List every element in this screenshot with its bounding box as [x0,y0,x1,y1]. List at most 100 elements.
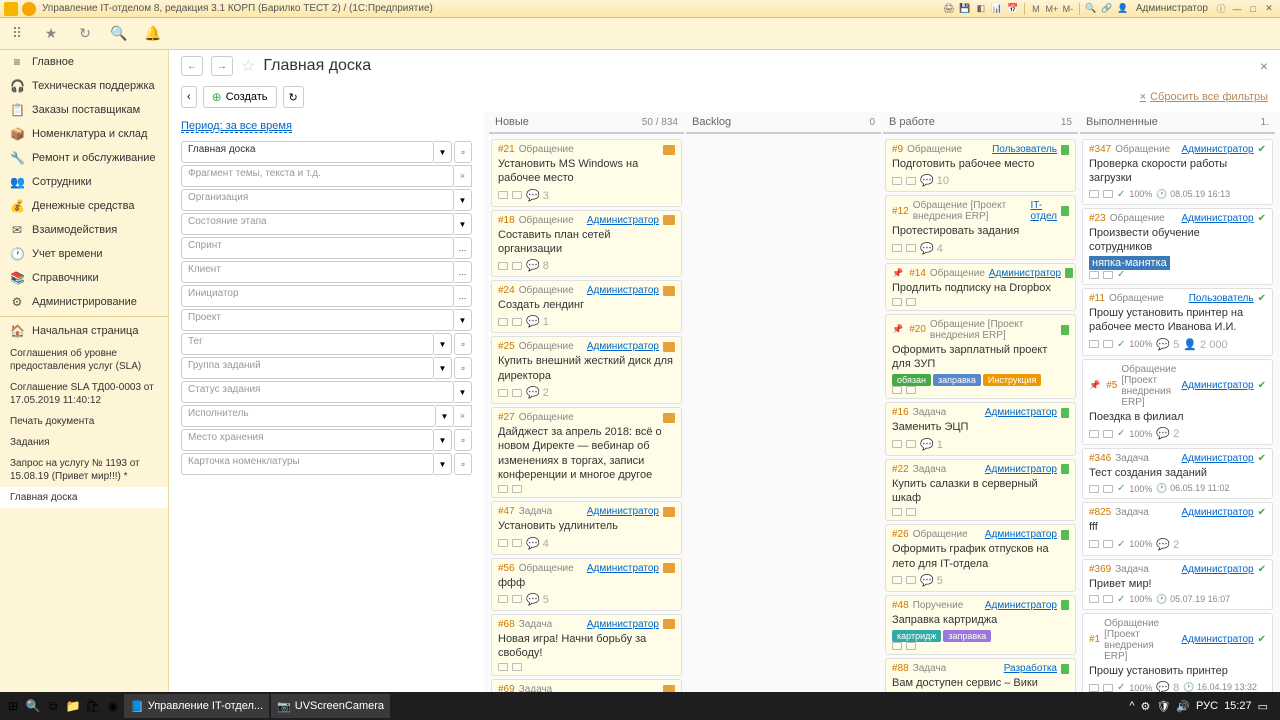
chevron-down-icon[interactable]: ▼ [434,141,452,163]
nav-interactions[interactable]: ✉Взаимодействия [0,218,168,242]
board-select[interactable]: Главная доска [181,141,434,163]
apps-icon[interactable]: ⠿ [8,25,26,43]
kanban-card[interactable]: #27ОбращениеДайджест за апрель 2018: всё… [491,407,682,498]
open-ext-icon[interactable]: ▫ [454,429,472,451]
kanban-card[interactable]: #26ОбращениеАдминистраторОформить график… [885,524,1076,592]
chevron-down-icon[interactable]: ▼ [434,333,452,355]
reset-filters-link[interactable]: ×Сбросить все фильтры [1140,91,1268,103]
chevron-down-icon[interactable]: ▼ [454,381,472,403]
close-tab-icon[interactable]: × [1260,58,1268,74]
search-icon[interactable]: 🔍 [1084,2,1098,16]
group-filter[interactable]: Группа заданий [181,357,434,379]
create-button[interactable]: ⊕Создать [203,86,277,108]
taskbar-app-1c[interactable]: 📘Управление IT-отдел... [124,694,269,718]
taskview-button[interactable]: ⧉ [44,697,62,715]
maximize-icon[interactable]: □ [1246,2,1260,16]
client-filter[interactable]: Клиент [181,261,454,283]
kanban-card[interactable]: #22ЗадачаАдминистраторКупить салазки в с… [885,459,1076,522]
refresh-button[interactable]: ↻ [283,86,304,108]
user-label[interactable]: Администратор [1132,3,1212,14]
sub-tasks[interactable]: Задания [0,432,168,453]
nav-stock[interactable]: 📦Номенклатура и склад [0,122,168,146]
star-icon[interactable]: ★ [42,25,60,43]
kanban-card[interactable]: #68ЗадачаАдминистраторНовая игра! Начни … [491,614,682,677]
nav-refs[interactable]: 📚Справочники [0,266,168,290]
nav-repair[interactable]: 🔧Ремонт и обслуживание [0,146,168,170]
chevron-down-icon[interactable]: ▼ [454,213,472,235]
sub-board[interactable]: Главная доска [0,487,168,508]
chevron-down-icon[interactable]: ▼ [436,405,454,427]
initiator-filter[interactable]: Инициатор [181,285,454,307]
open-ext-icon[interactable]: ▫ [454,453,472,475]
kanban-card[interactable]: 📌#5Обращение [Проект внедрения ERP]Админ… [1082,359,1273,445]
forward-button[interactable]: → [211,56,233,76]
nav-money[interactable]: 💰Денежные средства [0,194,168,218]
kanban-card[interactable]: #88ЗадачаРазработкаВам доступен сервис –… [885,658,1076,692]
state-filter[interactable]: Состояние этапа [181,213,454,235]
search-icon[interactable]: 🔍 [110,25,128,43]
kanban-card[interactable]: #23ОбращениеАдминистратор✔Произвести обу… [1082,208,1273,286]
close-icon[interactable]: ✕ [1262,2,1276,16]
more-icon[interactable]: … [454,237,472,259]
minimize-icon[interactable]: — [1230,2,1244,16]
clear-icon[interactable]: × [454,405,472,427]
kanban-card[interactable]: #18ОбращениеАдминистраторСоставить план … [491,210,682,278]
nav-admin[interactable]: ⚙Администрирование [0,290,168,314]
nav-staff[interactable]: 👥Сотрудники [0,170,168,194]
kanban-card[interactable]: #21ОбращениеУстановить MS Windows на раб… [491,139,682,207]
kanban-card[interactable]: #346ЗадачаАдминистратор✔Тест создания за… [1082,448,1273,499]
search-button[interactable]: 🔍 [24,697,42,715]
period-link[interactable]: Период: за все время [181,120,292,133]
chrome-icon[interactable]: ◉ [104,697,122,715]
store-icon[interactable]: 🛍 [84,697,102,715]
sub-request[interactable]: Запрос на услугу № 1193 от 15.08.19 (При… [0,453,168,487]
chevron-down-icon[interactable]: ▼ [434,429,452,451]
history-icon[interactable]: ↻ [76,25,94,43]
nav-orders[interactable]: 📋Заказы поставщикам [0,98,168,122]
m-minus-icon[interactable]: M- [1061,2,1075,16]
save-icon[interactable]: 💾 [958,2,972,16]
kanban-card[interactable]: #825ЗадачаАдминистратор✔fff✓100%💬 2 [1082,502,1273,555]
collapse-button[interactable]: ‹ [181,86,197,108]
status-filter[interactable]: Статус задания [181,381,454,403]
kanban-card[interactable]: #12Обращение [Проект внедрения ERP]IT-от… [885,195,1076,259]
dropdown-icon[interactable] [22,2,36,16]
favorite-icon[interactable]: ☆ [241,56,255,76]
m-icon[interactable]: M [1029,2,1043,16]
kanban-card[interactable]: #48ПоручениеАдминистраторЗаправка картри… [885,595,1076,655]
org-filter[interactable]: Организация [181,189,454,211]
kanban-card[interactable]: #11ОбращениеПользователь✔Прошу установит… [1082,288,1273,356]
kanban-card[interactable]: 📌#20Обращение [Проект внедрения ERP]Офор… [885,314,1076,400]
tag-filter[interactable]: Тег [181,333,434,355]
compare-icon[interactable]: ◧ [974,2,988,16]
m-plus-icon[interactable]: M+ [1045,2,1059,16]
sub-sla[interactable]: Соглашения об уровне предоставления услу… [0,343,168,377]
kanban-card[interactable]: #369ЗадачаАдминистратор✔Привет мир!✓100%… [1082,559,1273,610]
nav-main[interactable]: ≡Главное [0,50,168,74]
calc-icon[interactable]: 📊 [990,2,1004,16]
bell-icon[interactable]: 🔔 [144,25,162,43]
nav-time[interactable]: 🕐Учет времени [0,242,168,266]
sprint-filter[interactable]: Спринт [181,237,454,259]
nav-start[interactable]: 🏠Начальная страница [0,319,168,343]
sub-sla-doc[interactable]: Соглашение SLA ТД00-0003 от 17.05.2019 1… [0,377,168,411]
info-icon[interactable]: ⓘ [1214,2,1228,16]
chevron-down-icon[interactable]: ▼ [454,309,472,331]
kanban-card[interactable]: #347ОбращениеАдминистратор✔Проверка скор… [1082,139,1273,205]
exec-filter[interactable]: Исполнитель [181,405,436,427]
kanban-card[interactable]: 📌#14ОбращениеАдминистраторПродлить подпи… [885,263,1076,311]
clear-icon[interactable]: × [454,165,472,187]
nomen-filter[interactable]: Карточка номенклатуры [181,453,434,475]
open-ext-icon[interactable]: ▫ [454,357,472,379]
link-icon[interactable]: 🔗 [1100,2,1114,16]
kanban-card[interactable]: #69ЗадачаСовершенноЛЕТНИЙ GameXP! [491,679,682,692]
chevron-down-icon[interactable]: ▼ [454,189,472,211]
kanban-card[interactable]: #25ОбращениеАдминистраторКупить внешний … [491,336,682,404]
kanban-card[interactable]: #16ЗадачаАдминистраторЗаменить ЭЦП💬 1 [885,402,1076,455]
text-filter[interactable]: Фрагмент темы, текста и т.д. [181,165,454,187]
open-ext-icon[interactable]: ▫ [454,333,472,355]
kanban-card[interactable]: #24ОбращениеАдминистраторСоздать лендинг… [491,280,682,333]
kanban-card[interactable]: #47ЗадачаАдминистраторУстановить удлинит… [491,501,682,554]
explorer-icon[interactable]: 📁 [64,697,82,715]
chevron-down-icon[interactable]: ▼ [434,453,452,475]
